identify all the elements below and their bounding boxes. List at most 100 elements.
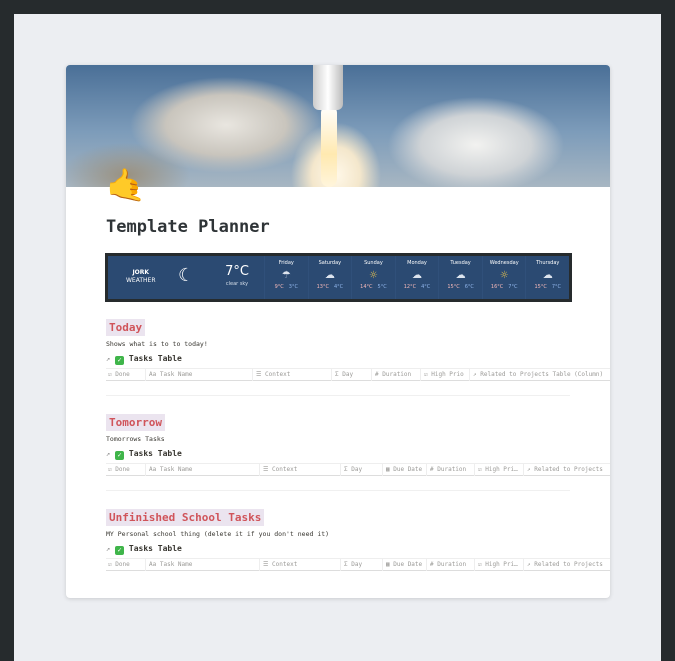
- divider: [106, 395, 570, 396]
- column-type-icon: ↗: [527, 466, 531, 473]
- column-type-icon: ☑: [108, 561, 112, 568]
- column-header[interactable]: ▦ Due Date: [382, 559, 426, 571]
- sun-icon: ☼: [368, 270, 378, 281]
- column-header[interactable]: Aa Task Name: [145, 464, 259, 476]
- high-temp: 14°C: [360, 284, 373, 290]
- high-temp: 15°C: [534, 284, 547, 290]
- column-label: Related to Projects: [534, 466, 603, 473]
- column-header[interactable]: ↗ Related to Projects: [523, 464, 610, 476]
- column-label: High Pri…: [485, 561, 518, 568]
- column-header[interactable]: # Duration: [426, 464, 474, 476]
- column-label: Due Date: [393, 466, 423, 473]
- column-header[interactable]: ☰ Context: [259, 559, 340, 571]
- cloud-icon: ☁: [412, 270, 423, 281]
- rain-cloud-icon: ☂: [281, 270, 291, 281]
- column-label: Context: [272, 561, 298, 568]
- checkmark-icon: ✓: [115, 451, 125, 460]
- weather-location: JORK WEATHER: [126, 269, 156, 285]
- column-header[interactable]: # Duration: [426, 559, 474, 571]
- column-label: Duration: [437, 466, 467, 473]
- day-name: Saturday: [318, 260, 342, 266]
- cover-image[interactable]: [66, 65, 610, 187]
- section-today: Today Shows what is to to today! ↗ ✓ Tas…: [106, 316, 610, 381]
- column-label: Context: [265, 371, 291, 378]
- column-type-icon: Aa: [149, 371, 157, 378]
- column-header[interactable]: ☑ Done: [106, 369, 145, 381]
- column-label: Day: [342, 371, 354, 378]
- day-name: Monday: [407, 260, 427, 266]
- column-type-icon: #: [430, 466, 434, 473]
- section-heading: Tomorrow: [106, 414, 165, 431]
- cloud-icon: ☁: [542, 270, 553, 281]
- column-header[interactable]: ☰ Context: [259, 464, 340, 476]
- table-header: ☑ Done Aa Task Name ☰ Context Σ Day # Durati…: [106, 368, 610, 381]
- column-label: Task Name: [159, 371, 193, 378]
- column-type-icon: ☰: [263, 466, 269, 473]
- column-label: Related to Projects: [534, 561, 603, 568]
- low-temp: 4°C: [333, 284, 344, 290]
- column-label: Context: [272, 466, 298, 473]
- column-type-icon: ☑: [478, 561, 482, 568]
- column-type-icon: #: [375, 371, 379, 378]
- section-description: MY Personal school thing (delete it if y…: [106, 530, 330, 538]
- table-header: ☑ Done Aa Task Name ☰ Context Σ Day ▦ Due Da…: [106, 463, 610, 476]
- column-type-icon: ☑: [108, 371, 112, 378]
- column-header[interactable]: Σ Day: [340, 464, 382, 476]
- checkmark-icon: ✓: [115, 356, 125, 365]
- low-temp: 3°C: [288, 284, 298, 290]
- column-type-icon: ▦: [386, 466, 390, 473]
- column-type-icon: ↗: [527, 561, 531, 568]
- column-type-icon: Aa: [149, 561, 157, 568]
- low-temp: 4°C: [421, 284, 431, 290]
- sun-icon: ☼: [499, 270, 509, 281]
- column-type-icon: ☑: [424, 371, 428, 378]
- low-temp: 7°C: [551, 284, 562, 290]
- column-header[interactable]: ▦ Due Date: [382, 464, 426, 476]
- page-emoji-icon[interactable]: 🤙: [106, 169, 146, 201]
- low-temp: 7°C: [508, 284, 518, 290]
- column-header[interactable]: Aa Task Name: [145, 559, 259, 571]
- column-header[interactable]: ↗ Related to Projects Table (Column): [469, 369, 610, 381]
- column-header[interactable]: Aa Task Name: [145, 369, 252, 381]
- column-header[interactable]: Σ Day: [331, 369, 371, 381]
- forecast-day: Wednesday ☼ 16°C 7°C: [481, 256, 526, 299]
- column-header[interactable]: # Duration: [371, 369, 420, 381]
- weather-widget[interactable]: JORK WEATHER ☾ 7°C clear sky Friday ☂ 9°C…: [105, 253, 572, 302]
- low-temp: 5°C: [377, 284, 387, 290]
- moon-icon: ☾: [178, 265, 195, 286]
- column-type-icon: ▦: [386, 561, 390, 568]
- section-description: Shows what is to to today!: [106, 340, 208, 348]
- column-type-icon: ☑: [108, 466, 112, 473]
- linked-database-title[interactable]: ↗ ✓ Tasks Table: [106, 544, 610, 555]
- table-title: Tasks Table: [128, 354, 182, 363]
- column-header[interactable]: ☑ High Pri…: [474, 559, 523, 571]
- column-label: Task Name: [159, 561, 193, 568]
- table-header: ☑ Done Aa Task Name ☰ Context Σ Day ▦ Due Da…: [106, 558, 610, 571]
- column-label: High Prio: [431, 371, 464, 378]
- column-label: Duration: [437, 561, 467, 568]
- column-header[interactable]: ↗ Related to Projects: [523, 559, 610, 571]
- table-title: Tasks Table: [128, 449, 182, 458]
- column-header[interactable]: ☑ Done: [106, 559, 145, 571]
- forecast-day: Friday ☂ 9°C 3°C: [264, 256, 308, 299]
- section-tomorrow: Tomorrow Tomorrows Tasks ↗ ✓ Tasks Table…: [106, 411, 610, 476]
- column-type-icon: ☰: [263, 561, 269, 568]
- section-description: Tomorrows Tasks: [106, 435, 165, 443]
- column-header[interactable]: ☰ Context: [252, 369, 331, 381]
- forecast-day: Thursday ☁ 15°C 7°C: [525, 256, 569, 299]
- linked-database-title[interactable]: ↗ ✓ Tasks Table: [106, 449, 610, 460]
- section-heading: Unfinished School Tasks: [106, 509, 265, 526]
- column-type-icon: #: [430, 561, 434, 568]
- section-heading: Today: [106, 319, 146, 336]
- column-header[interactable]: ☑ High Prio: [420, 369, 469, 381]
- column-header[interactable]: Σ Day: [340, 559, 382, 571]
- column-header[interactable]: ☑ High Pri…: [474, 464, 523, 476]
- column-label: Done: [115, 371, 130, 378]
- forecast-day: Tuesday ☁ 15°C 6°C: [438, 256, 482, 299]
- column-label: Task Name: [159, 466, 193, 473]
- column-label: Duration: [382, 371, 412, 378]
- column-header[interactable]: ☑ Done: [106, 464, 145, 476]
- linked-database-title[interactable]: ↗ ✓ Tasks Table: [106, 354, 610, 365]
- forecast-day: Sunday ☼ 14°C 5°C: [351, 256, 395, 299]
- column-label: Done: [115, 466, 130, 473]
